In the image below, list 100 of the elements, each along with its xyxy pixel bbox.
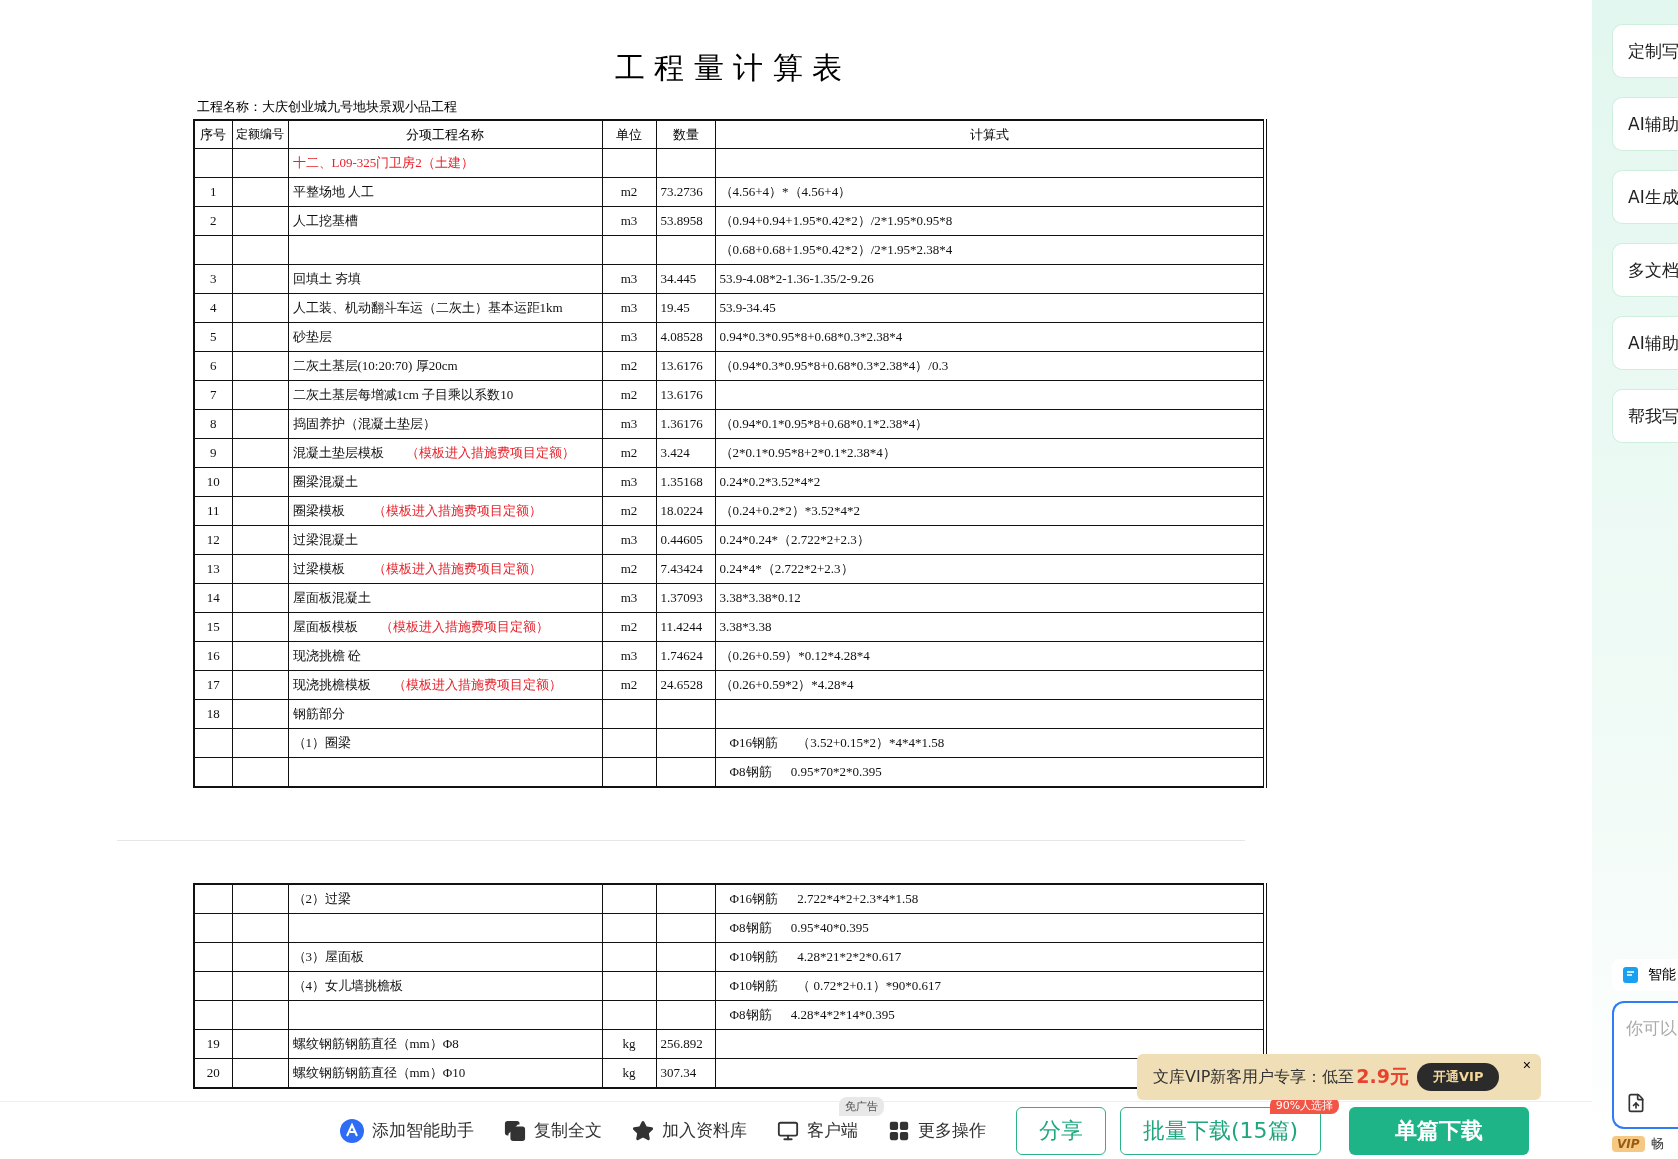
row-number: 2 <box>210 213 217 228</box>
sidebar-item[interactable]: 定制写 <box>1612 24 1678 78</box>
row-number: 10 <box>206 474 220 489</box>
item-name: 砂垫层 <box>292 329 332 344</box>
row-number: 17 <box>206 677 220 692</box>
formula-cell: 4.28*4*2*14*0.395 <box>790 1007 895 1022</box>
item-name: 回填土 夯填 <box>292 271 361 286</box>
item-name: 屋面板模板 <box>292 619 358 634</box>
unit-cell: m3 <box>620 474 638 489</box>
unit-cell: kg <box>622 1036 636 1051</box>
toolbar-action[interactable]: 客户端 <box>777 1119 858 1142</box>
unit-cell: kg <box>622 1065 636 1080</box>
item-name: 屋面板混凝土 <box>292 590 371 605</box>
template-note: （模板进入措施费项目定额） <box>405 445 575 460</box>
formula-cell: （0.26+0.59*2）*4.28*4 <box>719 677 854 692</box>
row-number: 7 <box>210 387 217 402</box>
sidebar-item[interactable]: AI辅助 <box>1612 316 1678 370</box>
template-note: （模板进入措施费项目定额） <box>379 619 549 634</box>
column-header: 定额编号 <box>236 127 284 141</box>
vip-text: 畅 <box>1650 1135 1664 1153</box>
column-header: 单位 <box>616 126 642 142</box>
quantity-cell: 53.8958 <box>660 213 703 228</box>
unit-cell: m2 <box>620 387 638 402</box>
close-button[interactable]: × <box>1522 1058 1531 1072</box>
item-name: 螺纹钢筋钢筋直径（mm）Φ10 <box>292 1065 466 1080</box>
item-name: 二灰土基层每增减1cm 子目乘以系数10 <box>292 387 514 402</box>
item-name: 现浇挑檐模板 <box>292 677 371 692</box>
promo-text: 文库VIP新客用户专享：低至 <box>1153 1066 1355 1088</box>
quantity-cell: 0.44605 <box>660 532 703 547</box>
unit-cell: m3 <box>620 648 638 663</box>
toolbar-action[interactable]: 更多操作 <box>888 1119 986 1142</box>
item-name: （4）女儿墙挑檐板 <box>292 978 403 993</box>
row-number: 11 <box>207 503 220 518</box>
sidebar-item[interactable]: 帮我写 <box>1612 389 1678 443</box>
unit-cell: m3 <box>620 300 638 315</box>
row-number: 5 <box>210 329 217 344</box>
upload-icon[interactable] <box>1626 1093 1646 1113</box>
item-name: 混凝土垫层模板 <box>292 445 384 460</box>
copy-icon <box>504 1119 526 1142</box>
item-name: 过梁模板 <box>292 561 345 576</box>
rebar-label: Φ16钢筋 <box>729 735 778 750</box>
row-number: 20 <box>206 1065 220 1080</box>
rebar-label: Φ8钢筋 <box>729 764 772 779</box>
toolbar-action[interactable]: 复制全文 <box>504 1119 602 1142</box>
row-number: 19 <box>206 1036 220 1051</box>
formula-cell: （0.26+0.59）*0.12*4.28*4 <box>719 648 870 663</box>
unit-cell: m3 <box>620 416 638 431</box>
unit-cell: m2 <box>620 184 638 199</box>
quantity-cell: 73.2736 <box>660 184 703 199</box>
formula-cell: （0.24+0.2*2）*3.52*4*2 <box>719 503 861 518</box>
rebar-label: Φ10钢筋 <box>729 949 778 964</box>
ad-free-badge: 免广告 <box>839 1097 884 1116</box>
quantity-cell: 13.6176 <box>660 358 703 373</box>
row-number: 6 <box>210 358 217 373</box>
item-name: 平整场地 人工 <box>292 184 374 199</box>
quantity-cell: 1.35168 <box>660 474 703 489</box>
monitor-icon <box>777 1119 799 1142</box>
formula-cell: 53.9-4.08*2-1.36-1.35/2-9.26 <box>719 271 874 286</box>
row-number: 1 <box>210 184 217 199</box>
quantity-cell: 3.424 <box>660 445 690 460</box>
item-name: 捣固养护（混凝土垫层） <box>292 416 436 431</box>
quantity-cell: 307.34 <box>660 1065 697 1080</box>
sidebar-item[interactable]: AI生成 <box>1612 170 1678 224</box>
unit-cell: m3 <box>620 532 638 547</box>
formula-cell: （ 0.72*2+0.1）*90*0.617 <box>797 978 942 993</box>
row-number: 4 <box>210 300 217 315</box>
row-number: 16 <box>206 648 220 663</box>
quantity-cell: 18.0224 <box>660 503 703 518</box>
assistant-bar[interactable]: 智能 <box>1612 959 1678 991</box>
sidebar-item[interactable]: AI辅助 <box>1612 97 1678 151</box>
sidebar-item[interactable]: 多文档 <box>1612 243 1678 297</box>
formula-cell: （0.94*0.1*0.95*8+0.68*0.1*2.38*4） <box>719 416 929 431</box>
vip-badge: VIP <box>1612 1136 1645 1152</box>
unit-cell: m3 <box>620 590 638 605</box>
toolbar-action[interactable]: 加入资料库 <box>632 1119 747 1142</box>
toolbar-action[interactable]: 添加智能助手 <box>340 1118 474 1143</box>
item-name: 人工挖基槽 <box>292 213 358 228</box>
row-number: 18 <box>206 706 220 721</box>
document-title: 工 程 量 计 算 表 <box>613 49 844 87</box>
row-number: 15 <box>206 619 220 634</box>
unit-cell: m2 <box>620 358 638 373</box>
open-vip-button[interactable]: 开通VIP <box>1417 1063 1500 1091</box>
item-name: （3）屋面板 <box>292 949 364 964</box>
quantity-cell: 13.6176 <box>660 387 703 402</box>
unit-cell: m2 <box>620 619 638 634</box>
formula-cell: 0.95*40*0.395 <box>790 920 869 935</box>
unit-cell: m2 <box>620 445 638 460</box>
assistant-label: 智能 <box>1648 966 1676 984</box>
item-name: 二灰土基层(10:20:70) 厚20cm <box>292 358 458 373</box>
rebar-label: Φ8钢筋 <box>729 920 772 935</box>
document-icon <box>1622 966 1640 984</box>
item-name: 人工装、机动翻斗车运（二灰土）基本运距1km <box>292 300 563 315</box>
input-placeholder: 你可以 <box>1626 1017 1678 1040</box>
template-note: （模板进入措施费项目定额） <box>372 503 542 518</box>
promo-price: 2.9元 <box>1356 1064 1409 1089</box>
quantity-cell: 11.4244 <box>660 619 703 634</box>
row-number: 3 <box>210 271 217 286</box>
row-number: 13 <box>206 561 220 576</box>
column-header: 计算式 <box>969 126 1009 142</box>
item-name: （2）过梁 <box>292 891 351 906</box>
